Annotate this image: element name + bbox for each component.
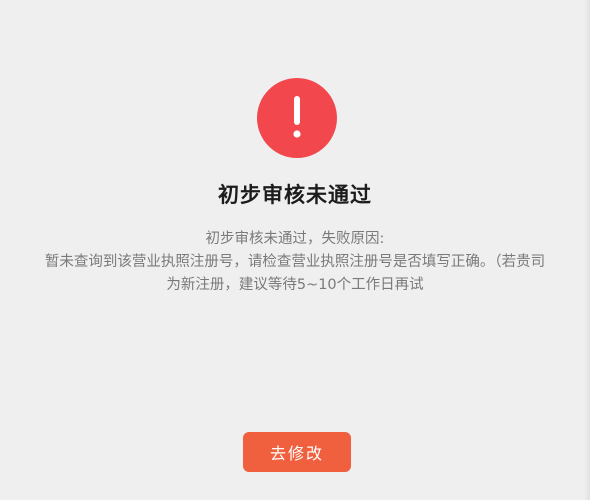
edge-shadow xyxy=(584,0,590,500)
exclamation-mark-glyph xyxy=(293,96,301,138)
failure-message-line-2: 暂未查询到该营业执照注册号，请检查营业执照注册号是否填写正确。（若贵司 xyxy=(44,254,546,270)
modify-button[interactable]: 去修改 xyxy=(243,432,351,472)
result-page: 初步审核未通过 初步审核未通过，失败原因: 暂未查询到该营业执照注册号，请检查营… xyxy=(0,0,590,500)
exclamation-icon xyxy=(257,78,337,158)
failure-message-line-3: 为新注册，建议等待5~10个工作日再试 xyxy=(166,277,424,293)
result-title: 初步审核未通过 xyxy=(218,183,372,207)
failure-message: 初步审核未通过，失败原因: 暂未查询到该营业执照注册号，请检查营业执照注册号是否… xyxy=(10,228,580,297)
failure-message-line-1: 初步审核未通过，失败原因: xyxy=(205,231,385,247)
